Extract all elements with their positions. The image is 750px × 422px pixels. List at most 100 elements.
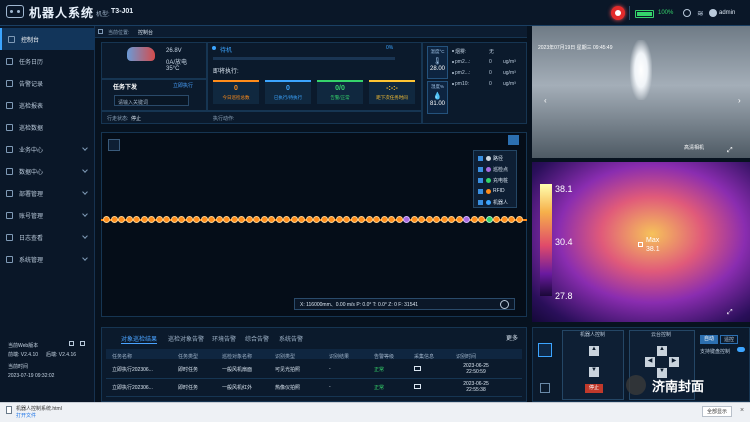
rfid-point[interactable] [425,216,433,223]
rfid-point[interactable] [215,216,223,223]
rfid-point[interactable] [208,216,215,223]
rfid-point[interactable] [365,216,373,223]
more-link[interactable]: 更多 [506,333,518,342]
rfid-point[interactable] [140,216,148,223]
collapse-icon[interactable] [80,341,85,346]
rfid-point[interactable] [320,216,328,223]
rfid-point[interactable] [170,216,178,223]
rfid-point[interactable] [500,216,508,223]
rfid-point[interactable] [305,216,313,223]
rfid-point[interactable] [103,216,110,223]
rfid-point[interactable] [440,216,448,223]
add-icon[interactable] [500,300,509,309]
expand-icon[interactable]: ⤢ [727,147,733,155]
sidebar-item[interactable]: 账号管理 [0,204,95,226]
rfid-point[interactable] [395,216,403,223]
checkbox[interactable] [478,156,483,161]
prev-arrow-icon[interactable]: ‹ [544,96,547,105]
rfid-point[interactable] [245,216,253,223]
keyboard-toggle[interactable] [737,347,745,352]
rfid-point[interactable] [380,216,388,223]
rfid-point[interactable] [193,216,200,223]
forward-button[interactable]: ▲ [589,346,599,356]
task-search-input[interactable]: 请输入关键词 [114,95,189,106]
checkbox[interactable] [478,167,483,172]
legend-item[interactable]: 路径 [478,155,503,162]
inspection-point[interactable] [403,216,410,223]
sidebar-item[interactable]: 告警记录 [0,72,95,94]
thermal-expand-icon[interactable]: ⤢ [727,309,733,317]
rfid-point[interactable] [493,216,500,223]
rfid-point[interactable] [223,216,230,223]
legend-item[interactable]: RFID [478,188,505,194]
results-tab[interactable]: 对象巡检结果 [121,334,158,344]
user-avatar-icon[interactable] [709,9,717,17]
user-name[interactable]: admin [719,10,735,16]
execute-now-link[interactable]: 立即执行 [173,82,193,89]
rfid-point[interactable] [433,216,440,223]
sidebar-item[interactable]: 业务中心 [0,138,95,160]
rfid-point[interactable] [118,216,125,223]
manual-mode-button[interactable]: 遥控 [720,335,738,344]
rfid-point[interactable] [515,216,523,223]
ptz-right-button[interactable]: ▶ [669,357,679,367]
rfid-point[interactable] [388,216,395,223]
ptz-left-button[interactable]: ◀ [645,357,655,367]
charging-point[interactable] [485,216,493,223]
rfid-point[interactable] [410,216,418,223]
emergency-stop-button[interactable] [611,6,625,20]
sidebar-item[interactable]: 数据中心 [0,160,95,182]
rfid-point[interactable] [313,216,320,223]
results-tab[interactable]: 环境告警 [212,334,236,343]
rfid-point[interactable] [335,216,343,223]
show-all-button[interactable]: 全部显示 [702,406,732,417]
window-icon[interactable] [69,341,74,346]
rfid-point[interactable] [163,216,170,223]
rfid-point[interactable] [268,216,275,223]
rfid-point[interactable] [283,216,290,223]
rfid-point[interactable] [185,216,193,223]
next-arrow-icon[interactable]: › [738,96,741,105]
rfid-point[interactable] [200,216,208,223]
fullscreen-icon[interactable] [508,135,519,145]
rfid-point[interactable] [350,216,358,223]
rfid-point[interactable] [155,216,163,223]
sidebar-item[interactable]: 部署管理 [0,182,95,204]
rfid-point[interactable] [275,216,283,223]
image-icon[interactable] [108,139,120,151]
rfid-point[interactable] [133,216,140,223]
sidebar-item[interactable]: 任务日历 [0,50,95,72]
rfid-point[interactable] [298,216,305,223]
rfid-point[interactable] [418,216,425,223]
settings-icon[interactable] [683,9,691,17]
legend-item[interactable]: 巡检点 [478,166,508,173]
dashboard-icon[interactable] [538,343,552,357]
legend-item[interactable]: 机器人 [478,199,508,206]
rfid-point[interactable] [290,216,298,223]
backward-button[interactable]: ▼ [589,367,599,377]
rfid-point[interactable] [455,216,463,223]
photo-icon[interactable] [414,384,421,389]
rfid-point[interactable] [178,216,185,223]
rfid-point[interactable] [343,216,350,223]
stop-button[interactable]: 停止 [585,384,603,393]
ptz-up-button[interactable]: ▲ [657,346,667,356]
results-tab[interactable]: 巡检对象告警 [168,334,204,343]
close-icon[interactable]: × [740,407,744,414]
checkbox[interactable] [478,200,483,205]
sidebar-item[interactable]: 控制台 [0,28,95,50]
rfid-point[interactable] [230,216,238,223]
sidebar-item[interactable]: 系统管理 [0,248,95,270]
rfid-point[interactable] [478,216,485,223]
rfid-point[interactable] [358,216,365,223]
open-file-link[interactable]: 打开文件 [16,412,36,419]
inspection-map[interactable] [101,132,527,317]
rfid-point[interactable] [253,216,260,223]
rfid-point[interactable] [448,216,455,223]
inspection-point[interactable] [463,216,470,223]
auto-mode-button[interactable]: 自动 [700,335,718,344]
rfid-point[interactable] [508,216,515,223]
results-tab[interactable]: 系统告警 [279,334,303,343]
rfid-point[interactable] [328,216,335,223]
sidebar-item[interactable]: 巡检数据 [0,116,95,138]
